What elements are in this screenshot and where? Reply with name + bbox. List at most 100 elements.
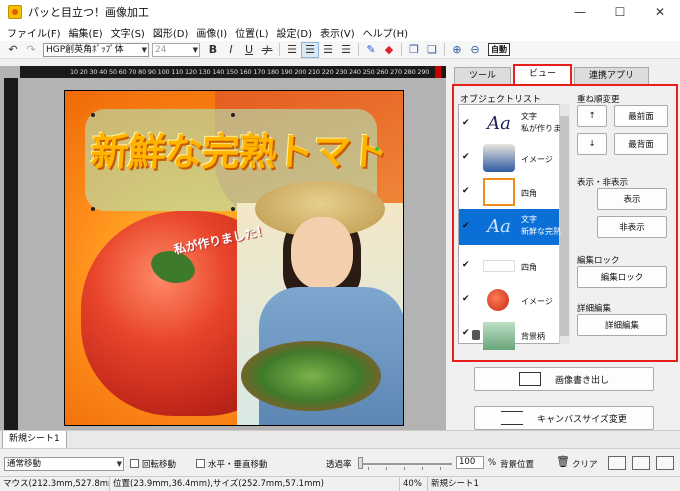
export-image-button[interactable]: 画像書き出し — [474, 367, 654, 391]
opacity-slider-knob[interactable] — [358, 457, 363, 469]
selection-handle[interactable] — [231, 113, 235, 117]
object-type: 四角 — [521, 263, 537, 272]
menu-edit[interactable]: 編集(E) — [65, 25, 107, 40]
opacity-input[interactable]: 100 — [456, 456, 484, 469]
italic-button[interactable]: I — [222, 42, 240, 58]
face-shape — [291, 217, 353, 289]
underline-button[interactable]: U — [240, 42, 258, 58]
align-justify-icon[interactable]: ☰ — [337, 42, 355, 58]
hide-button[interactable]: 非表示 — [597, 216, 667, 238]
align-center-icon[interactable]: ☰ — [301, 41, 319, 58]
undo-icon[interactable]: ↶ — [4, 42, 22, 58]
font-select[interactable]: HGP創英角ﾎﾟｯﾌﾟ体 ▼ — [43, 42, 149, 57]
separator — [401, 43, 402, 56]
menu-image[interactable]: 画像(I) — [192, 25, 231, 40]
headline-text[interactable]: 新鮮な完熟トマト — [89, 121, 389, 176]
font-size-select[interactable]: 24 ▼ — [152, 42, 200, 57]
list-item[interactable]: ✔ イメージ — [459, 282, 559, 318]
copy-icon[interactable]: ❐ — [405, 42, 423, 58]
zoom-in-icon[interactable]: ⊕ — [448, 42, 466, 58]
edit-lock-button[interactable]: 編集ロック — [577, 266, 667, 288]
canvas-size-button[interactable]: キャンバスサイズ変更 — [474, 406, 654, 430]
zoom-out-icon[interactable]: ⊖ — [466, 42, 484, 58]
chevron-down-icon: ▼ — [141, 45, 147, 54]
layout-icon[interactable] — [656, 456, 674, 470]
tab-linked-apps[interactable]: 連携アプリ — [574, 67, 650, 85]
lock-label: 編集ロック — [577, 256, 620, 266]
show-button[interactable]: 表示 — [597, 188, 667, 210]
sheet-tab[interactable]: 新規シート1 — [2, 431, 67, 449]
slider-tick — [368, 467, 369, 470]
visible-checkbox[interactable]: ✔ — [462, 119, 470, 128]
menu-view[interactable]: 表示(V) — [316, 25, 359, 40]
bg-position-label[interactable]: 背景位置 — [500, 458, 534, 470]
align-right-icon[interactable]: ☰ — [319, 42, 337, 58]
close-button[interactable]: ✕ — [640, 0, 680, 24]
move-up-button[interactable]: ↑ — [577, 105, 607, 127]
opacity-slider[interactable] — [360, 463, 452, 465]
bring-to-front-button[interactable]: 最前面 — [614, 105, 668, 127]
selection-handle[interactable] — [91, 207, 95, 211]
menu-help[interactable]: ヘルプ(H) — [359, 25, 412, 40]
bold-button[interactable]: B — [204, 42, 222, 58]
tab-view[interactable]: ビュー — [513, 64, 573, 85]
object-name: 新鮮な完熟 — [521, 227, 561, 236]
menu-shape[interactable]: 図形(D) — [149, 25, 193, 40]
axis-move-checkbox[interactable] — [196, 459, 205, 468]
paste-icon[interactable]: ❏ — [423, 42, 441, 58]
slider-tick — [386, 467, 387, 470]
strikethrough-button[interactable]: ナ — [258, 42, 276, 58]
object-type: 背景柄 — [521, 332, 545, 341]
clear-button[interactable]: クリア — [572, 458, 598, 470]
visible-checkbox[interactable]: ✔ — [462, 295, 470, 304]
minimize-button[interactable]: — — [560, 0, 600, 24]
move-down-button[interactable]: ↓ — [577, 133, 607, 155]
text-color-icon[interactable]: ✎ — [362, 42, 380, 58]
redo-icon[interactable]: ↷ — [22, 42, 40, 58]
visible-checkbox[interactable]: ✔ — [462, 261, 470, 270]
rotate-handle[interactable] — [375, 147, 379, 151]
menu-text[interactable]: 文字(S) — [107, 25, 149, 40]
move-mode-value: 通常移動 — [7, 459, 42, 469]
move-mode-select[interactable]: 通常移動 ▼ — [4, 457, 124, 471]
trash-icon[interactable]: 🗑 — [556, 455, 570, 468]
align-left-icon[interactable]: ☰ — [283, 42, 301, 58]
list-item[interactable]: ✔ 四角 — [459, 248, 559, 284]
menu-bar: ファイル(F) 編集(E) 文字(S) 図形(D) 画像(I) 位置(L) 設定… — [0, 24, 680, 41]
layout-icon[interactable] — [608, 456, 626, 470]
visible-checkbox[interactable]: ✔ — [462, 329, 470, 338]
rotate-move-checkbox[interactable] — [130, 459, 139, 468]
object-name: 私が作りま — [521, 124, 561, 133]
app-icon — [8, 5, 22, 19]
visible-checkbox[interactable]: ✔ — [462, 153, 470, 162]
menu-position[interactable]: 位置(L) — [231, 25, 272, 40]
layout-icon[interactable] — [632, 456, 650, 470]
rect-thumbnail — [483, 178, 515, 206]
menu-file[interactable]: ファイル(F) — [3, 25, 65, 40]
send-to-back-button[interactable]: 最背面 — [614, 133, 668, 155]
design-canvas[interactable]: 新鮮な完熟トマト 私が作りました！ — [64, 90, 404, 426]
list-item[interactable]: ✔ 四角 — [459, 174, 559, 210]
scrollbar-thumb[interactable] — [560, 116, 569, 336]
fill-color-icon[interactable]: ◆ — [380, 42, 398, 58]
auto-zoom-button[interactable]: 自動 — [488, 43, 510, 56]
zoom-level: 40% — [400, 477, 428, 491]
current-sheet: 新規シート1 — [431, 479, 479, 489]
detail-label: 詳細編集 — [577, 304, 612, 314]
tab-tools[interactable]: ツール — [454, 67, 512, 85]
visible-checkbox[interactable]: ✔ — [462, 187, 470, 196]
text-thumbnail: Aa — [487, 113, 511, 134]
list-item[interactable]: ✔ 背景柄 — [459, 318, 559, 350]
list-item[interactable]: ✔ Aa 文字 私が作りま — [459, 106, 561, 142]
sheet-tab-bar: 新規シート1 — [0, 430, 680, 449]
list-item[interactable]: ✔ イメージ — [459, 140, 559, 176]
selection-handle[interactable] — [231, 207, 235, 211]
slider-tick — [440, 467, 441, 470]
selection-handle[interactable] — [91, 113, 95, 117]
menu-settings[interactable]: 設定(D) — [273, 25, 317, 40]
bottom-bar: 通常移動 ▼ 回転移動 水平・垂直移動 透過率 100 % 背景位置 🗑 クリア — [0, 448, 680, 476]
visible-checkbox[interactable]: ✔ — [462, 222, 470, 231]
list-item-selected[interactable]: ✔ Aa 文字 新鮮な完熟 — [459, 209, 561, 245]
detail-edit-button[interactable]: 詳細編集 — [577, 314, 667, 336]
maximize-button[interactable]: ☐ — [600, 0, 640, 24]
